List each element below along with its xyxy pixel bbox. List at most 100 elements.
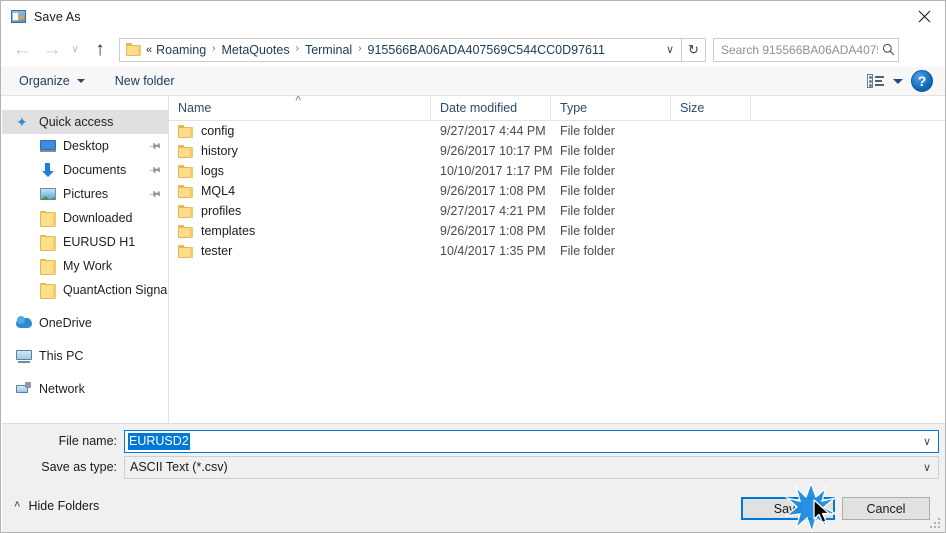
- column-header-size[interactable]: Size: [671, 96, 751, 121]
- resize-grip[interactable]: [930, 518, 942, 530]
- file-date-cell: 10/4/2017 1:35 PM: [440, 244, 546, 258]
- network-icon: [16, 381, 32, 397]
- sidebar-item-documents[interactable]: Documents 🖈: [2, 158, 168, 182]
- file-name-cell: history: [169, 144, 431, 158]
- organize-menu-button[interactable]: Organize: [13, 67, 91, 95]
- column-header-type[interactable]: Type: [551, 96, 671, 121]
- file-name-cell: templates: [169, 224, 431, 238]
- column-header-date-modified[interactable]: Date modified: [431, 96, 551, 121]
- breadcrumb-item-terminal-id[interactable]: 915566BA06ADA407569C544CC0D97611: [367, 43, 606, 57]
- cancel-button-label: Cancel: [866, 501, 906, 516]
- chevron-down-icon: ∨: [71, 43, 79, 55]
- search-input[interactable]: Search 915566BA06ADA40756...: [721, 43, 878, 57]
- search-box[interactable]: Search 915566BA06ADA40756...: [713, 37, 899, 62]
- table-row[interactable]: history 9/26/2017 10:17 PM File folder: [169, 141, 945, 161]
- address-dropdown-icon[interactable]: ∨: [659, 39, 681, 61]
- pin-icon[interactable]: 🖈: [148, 161, 168, 180]
- sidebar-item-this-pc[interactable]: This PC: [2, 344, 168, 368]
- hide-folders-button[interactable]: ˄ Hide Folders: [14, 499, 99, 513]
- save-as-type-value: ASCII Text (*.csv): [130, 460, 228, 474]
- window-title: Save As: [34, 9, 81, 24]
- column-header-label: Name: [178, 101, 212, 115]
- view-layout-icon: [867, 74, 884, 88]
- sidebar-item-quick-access[interactable]: ✦ Quick access: [2, 110, 168, 134]
- file-date-cell: 9/26/2017 10:17 PM: [440, 144, 553, 158]
- file-name-cell: tester: [169, 244, 431, 258]
- sidebar-item-quantaction-signal[interactable]: QuantAction Signal: [2, 278, 168, 302]
- chevron-down-icon[interactable]: ∨: [916, 461, 938, 474]
- picture-icon: [40, 186, 56, 202]
- chevron-down-icon: [76, 79, 85, 83]
- new-folder-button[interactable]: New folder: [109, 67, 181, 95]
- save-as-type-label: Save as type:: [41, 460, 117, 474]
- chevron-down-icon[interactable]: ∨: [916, 435, 938, 448]
- save-as-type-row: Save as type: ASCII Text (*.csv) ∨: [2, 455, 945, 479]
- sidebar-item-my-work[interactable]: My Work: [2, 254, 168, 278]
- navigation-bar: ← → ∨ ↑ « Roaming › MetaQuotes › Termina…: [1, 32, 945, 67]
- sidebar-item-eurusd-h1[interactable]: EURUSD H1: [2, 230, 168, 254]
- breadcrumb-overflow[interactable]: «: [146, 44, 152, 56]
- file-name-cell: profiles: [169, 204, 431, 218]
- view-options-button[interactable]: [863, 67, 907, 95]
- file-name-value[interactable]: EURUSD2: [128, 432, 190, 450]
- file-name-label: profiles: [201, 204, 242, 218]
- save-as-type-select[interactable]: ASCII Text (*.csv) ∨: [124, 455, 939, 479]
- column-header-name[interactable]: Name ˄: [169, 96, 431, 121]
- file-date-cell: 9/26/2017 1:08 PM: [440, 224, 546, 238]
- table-row[interactable]: templates 9/26/2017 1:08 PM File folder: [169, 221, 945, 241]
- breadcrumb-item-metaquotes[interactable]: MetaQuotes: [221, 43, 291, 57]
- breadcrumb-item-roaming[interactable]: Roaming: [155, 43, 207, 57]
- sort-ascending-icon: ˄: [295, 96, 302, 105]
- recent-locations-button[interactable]: ∨: [66, 37, 84, 63]
- sidebar-item-label: QuantAction Signal: [63, 283, 168, 297]
- table-row[interactable]: profiles 9/27/2017 4:21 PM File folder: [169, 201, 945, 221]
- folder-icon: [40, 258, 56, 275]
- table-row[interactable]: tester 10/4/2017 1:35 PM File folder: [169, 241, 945, 261]
- file-name-cell: MQL4: [169, 184, 431, 198]
- save-button[interactable]: Save: [741, 497, 835, 520]
- breadcrumb-separator[interactable]: ›: [296, 43, 299, 54]
- sidebar-item-desktop[interactable]: Desktop 🖈: [2, 134, 168, 158]
- chevron-up-icon: ˄: [14, 499, 21, 511]
- column-header-label: Date modified: [440, 101, 518, 115]
- file-name-row: File name: EURUSD2 ∨: [2, 429, 945, 453]
- address-bar[interactable]: « Roaming › MetaQuotes › Terminal › 9155…: [119, 37, 682, 62]
- table-row[interactable]: MQL4 9/26/2017 1:08 PM File folder: [169, 181, 945, 201]
- breadcrumb-separator[interactable]: ›: [212, 43, 215, 54]
- back-button[interactable]: ←: [9, 37, 35, 63]
- file-name-input[interactable]: EURUSD2 ∨: [124, 429, 939, 453]
- column-header-row: Name ˄ Date modified Type Size: [169, 96, 945, 121]
- close-button[interactable]: [901, 1, 945, 31]
- organize-label: Organize: [19, 74, 70, 88]
- pin-icon[interactable]: 🖈: [148, 185, 168, 204]
- sidebar-item-onedrive[interactable]: OneDrive: [2, 311, 168, 335]
- pc-icon: [16, 348, 32, 364]
- table-row[interactable]: logs 10/10/2017 1:17 PM File folder: [169, 161, 945, 181]
- star-icon: ✦: [16, 114, 28, 130]
- breadcrumb-separator[interactable]: ›: [358, 43, 361, 54]
- search-icon: [878, 43, 898, 56]
- save-as-app-icon: [11, 9, 27, 25]
- sidebar-item-network[interactable]: Network: [2, 377, 168, 401]
- file-name-label: config: [201, 124, 235, 138]
- help-button[interactable]: ?: [911, 70, 933, 92]
- table-row[interactable]: config 9/27/2017 4:44 PM File folder: [169, 121, 945, 141]
- folder-icon: [178, 145, 193, 158]
- file-list-pane: Name ˄ Date modified Type Size config 9/…: [169, 96, 945, 423]
- up-one-level-button[interactable]: ↑: [87, 37, 113, 63]
- folder-icon: [178, 225, 193, 238]
- sidebar-item-downloaded[interactable]: Downloaded: [2, 206, 168, 230]
- pin-icon[interactable]: 🖈: [148, 137, 168, 156]
- refresh-button[interactable]: ↻: [682, 37, 706, 62]
- column-header-label: Size: [680, 101, 705, 115]
- sidebar-item-pictures[interactable]: Pictures 🖈: [2, 182, 168, 206]
- breadcrumb-item-terminal[interactable]: Terminal: [304, 43, 353, 57]
- file-name-label: templates: [201, 224, 256, 238]
- folder-icon: [40, 234, 56, 251]
- sidebar-item-label: My Work: [63, 259, 113, 273]
- forward-button[interactable]: →: [39, 37, 65, 63]
- file-type-cell: File folder: [560, 244, 615, 258]
- cancel-button[interactable]: Cancel: [842, 497, 930, 520]
